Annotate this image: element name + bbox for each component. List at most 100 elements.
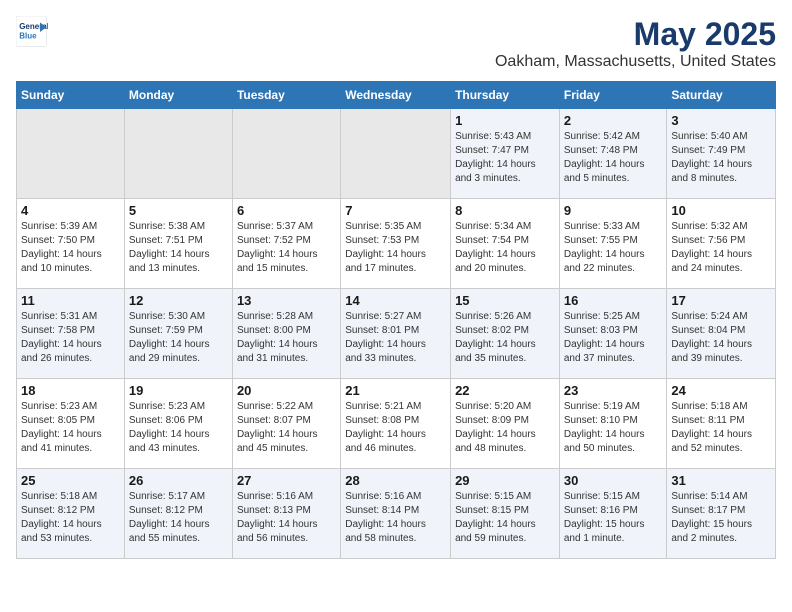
- weekday-header-friday: Friday: [559, 82, 667, 109]
- day-info: Sunrise: 5:23 AM Sunset: 8:06 PM Dayligh…: [129, 400, 228, 456]
- day-number: 2: [564, 113, 663, 128]
- calendar-week-row: 18 Sunrise: 5:23 AM Sunset: 8:05 PM Dayli…: [17, 379, 776, 469]
- day-number: 26: [129, 473, 228, 488]
- day-info: Sunrise: 5:16 AM Sunset: 8:14 PM Dayligh…: [345, 490, 446, 546]
- page-header: General Blue May 2025 Oakham, Massachuse…: [16, 16, 776, 71]
- calendar-cell: 27 Sunrise: 5:16 AM Sunset: 8:13 PM Dayli…: [232, 469, 340, 559]
- calendar-cell: 31Sunrise: 5:14 AM Sunset: 8:17 PM Dayli…: [667, 469, 776, 559]
- calendar-cell: 11 Sunrise: 5:31 AM Sunset: 7:58 PM Dayli…: [17, 289, 125, 379]
- day-number: 3: [671, 113, 771, 128]
- day-info: Sunrise: 5:17 AM Sunset: 8:12 PM Dayligh…: [129, 490, 228, 546]
- day-info: Sunrise: 5:16 AM Sunset: 8:13 PM Dayligh…: [237, 490, 336, 546]
- svg-text:Blue: Blue: [19, 31, 37, 40]
- day-info: Sunrise: 5:21 AM Sunset: 8:08 PM Dayligh…: [345, 400, 446, 456]
- day-number: 22: [455, 383, 555, 398]
- logo: General Blue: [16, 16, 48, 48]
- day-number: 14: [345, 293, 446, 308]
- weekday-header-saturday: Saturday: [667, 82, 776, 109]
- calendar-cell: 17 Sunrise: 5:24 AM Sunset: 8:04 PM Dayli…: [667, 289, 776, 379]
- calendar-cell: 12 Sunrise: 5:30 AM Sunset: 7:59 PM Dayli…: [124, 289, 232, 379]
- day-info: Sunrise: 5:30 AM Sunset: 7:59 PM Dayligh…: [129, 310, 228, 366]
- day-number: 16: [564, 293, 663, 308]
- day-info: Sunrise: 5:19 AM Sunset: 8:10 PM Dayligh…: [564, 400, 663, 456]
- day-info: Sunrise: 5:40 AM Sunset: 7:49 PM Dayligh…: [671, 130, 771, 186]
- day-number: 24: [671, 383, 771, 398]
- day-info: Sunrise: 5:18 AM Sunset: 8:12 PM Dayligh…: [21, 490, 120, 546]
- day-number: 21: [345, 383, 446, 398]
- calendar-week-row: 11 Sunrise: 5:31 AM Sunset: 7:58 PM Dayli…: [17, 289, 776, 379]
- calendar-cell: 20 Sunrise: 5:22 AM Sunset: 8:07 PM Dayli…: [232, 379, 340, 469]
- day-number: 15: [455, 293, 555, 308]
- calendar-cell: 23 Sunrise: 5:19 AM Sunset: 8:10 PM Dayli…: [559, 379, 667, 469]
- calendar-cell: 30 Sunrise: 5:15 AM Sunset: 8:16 PM Dayli…: [559, 469, 667, 559]
- title-area: May 2025 Oakham, Massachusetts, United S…: [495, 16, 776, 71]
- day-number: 7: [345, 203, 446, 218]
- day-info: Sunrise: 5:18 AM Sunset: 8:11 PM Dayligh…: [671, 400, 771, 456]
- calendar-table: SundayMondayTuesdayWednesdayThursdayFrid…: [16, 81, 776, 559]
- calendar-subtitle: Oakham, Massachusetts, United States: [495, 53, 776, 71]
- day-info: Sunrise: 5:37 AM Sunset: 7:52 PM Dayligh…: [237, 220, 336, 276]
- day-info: Sunrise: 5:32 AM Sunset: 7:56 PM Dayligh…: [671, 220, 771, 276]
- logo-icon: General Blue: [16, 16, 48, 48]
- day-number: 18: [21, 383, 120, 398]
- weekday-header-thursday: Thursday: [451, 82, 560, 109]
- calendar-week-row: 1 Sunrise: 5:43 AM Sunset: 7:47 PM Daylig…: [17, 109, 776, 199]
- day-info: Sunrise: 5:31 AM Sunset: 7:58 PM Dayligh…: [21, 310, 120, 366]
- calendar-cell: 5Sunrise: 5:38 AM Sunset: 7:51 PM Daylig…: [124, 199, 232, 289]
- calendar-cell: 25Sunrise: 5:18 AM Sunset: 8:12 PM Dayli…: [17, 469, 125, 559]
- day-number: 1: [455, 113, 555, 128]
- calendar-cell: 18 Sunrise: 5:23 AM Sunset: 8:05 PM Dayli…: [17, 379, 125, 469]
- calendar-cell: 24 Sunrise: 5:18 AM Sunset: 8:11 PM Dayli…: [667, 379, 776, 469]
- day-number: 30: [564, 473, 663, 488]
- day-number: 20: [237, 383, 336, 398]
- weekday-header-sunday: Sunday: [17, 82, 125, 109]
- day-info: Sunrise: 5:33 AM Sunset: 7:55 PM Dayligh…: [564, 220, 663, 276]
- day-info: Sunrise: 5:34 AM Sunset: 7:54 PM Dayligh…: [455, 220, 555, 276]
- calendar-cell: 28Sunrise: 5:16 AM Sunset: 8:14 PM Dayli…: [341, 469, 451, 559]
- calendar-cell: [17, 109, 125, 199]
- day-number: 17: [671, 293, 771, 308]
- day-number: 4: [21, 203, 120, 218]
- calendar-cell: 26 Sunrise: 5:17 AM Sunset: 8:12 PM Dayli…: [124, 469, 232, 559]
- weekday-header-row: SundayMondayTuesdayWednesdayThursdayFrid…: [17, 82, 776, 109]
- day-number: 29: [455, 473, 555, 488]
- calendar-cell: 8 Sunrise: 5:34 AM Sunset: 7:54 PM Daylig…: [451, 199, 560, 289]
- day-number: 23: [564, 383, 663, 398]
- day-info: Sunrise: 5:38 AM Sunset: 7:51 PM Dayligh…: [129, 220, 228, 276]
- calendar-cell: 3 Sunrise: 5:40 AM Sunset: 7:49 PM Daylig…: [667, 109, 776, 199]
- day-info: Sunrise: 5:35 AM Sunset: 7:53 PM Dayligh…: [345, 220, 446, 276]
- calendar-cell: 15 Sunrise: 5:26 AM Sunset: 8:02 PM Dayli…: [451, 289, 560, 379]
- calendar-cell: [341, 109, 451, 199]
- weekday-header-monday: Monday: [124, 82, 232, 109]
- calendar-cell: [232, 109, 340, 199]
- day-number: 10: [671, 203, 771, 218]
- day-info: Sunrise: 5:15 AM Sunset: 8:15 PM Dayligh…: [455, 490, 555, 546]
- calendar-cell: 4Sunrise: 5:39 AM Sunset: 7:50 PM Daylig…: [17, 199, 125, 289]
- day-number: 11: [21, 293, 120, 308]
- calendar-week-row: 25Sunrise: 5:18 AM Sunset: 8:12 PM Dayli…: [17, 469, 776, 559]
- day-info: Sunrise: 5:22 AM Sunset: 8:07 PM Dayligh…: [237, 400, 336, 456]
- day-info: Sunrise: 5:43 AM Sunset: 7:47 PM Dayligh…: [455, 130, 555, 186]
- calendar-cell: 16 Sunrise: 5:25 AM Sunset: 8:03 PM Dayli…: [559, 289, 667, 379]
- calendar-cell: 1 Sunrise: 5:43 AM Sunset: 7:47 PM Daylig…: [451, 109, 560, 199]
- calendar-cell: 9 Sunrise: 5:33 AM Sunset: 7:55 PM Daylig…: [559, 199, 667, 289]
- day-info: Sunrise: 5:42 AM Sunset: 7:48 PM Dayligh…: [564, 130, 663, 186]
- day-number: 8: [455, 203, 555, 218]
- calendar-week-row: 4Sunrise: 5:39 AM Sunset: 7:50 PM Daylig…: [17, 199, 776, 289]
- calendar-cell: 6Sunrise: 5:37 AM Sunset: 7:52 PM Daylig…: [232, 199, 340, 289]
- day-info: Sunrise: 5:23 AM Sunset: 8:05 PM Dayligh…: [21, 400, 120, 456]
- day-info: Sunrise: 5:24 AM Sunset: 8:04 PM Dayligh…: [671, 310, 771, 366]
- calendar-title: May 2025: [495, 16, 776, 53]
- weekday-header-wednesday: Wednesday: [341, 82, 451, 109]
- calendar-cell: 13Sunrise: 5:28 AM Sunset: 8:00 PM Dayli…: [232, 289, 340, 379]
- day-info: Sunrise: 5:15 AM Sunset: 8:16 PM Dayligh…: [564, 490, 663, 546]
- day-number: 9: [564, 203, 663, 218]
- day-info: Sunrise: 5:26 AM Sunset: 8:02 PM Dayligh…: [455, 310, 555, 366]
- day-number: 12: [129, 293, 228, 308]
- calendar-cell: 29 Sunrise: 5:15 AM Sunset: 8:15 PM Dayli…: [451, 469, 560, 559]
- day-info: Sunrise: 5:25 AM Sunset: 8:03 PM Dayligh…: [564, 310, 663, 366]
- day-number: 27: [237, 473, 336, 488]
- calendar-cell: [124, 109, 232, 199]
- calendar-cell: 14Sunrise: 5:27 AM Sunset: 8:01 PM Dayli…: [341, 289, 451, 379]
- day-info: Sunrise: 5:14 AM Sunset: 8:17 PM Dayligh…: [671, 490, 771, 546]
